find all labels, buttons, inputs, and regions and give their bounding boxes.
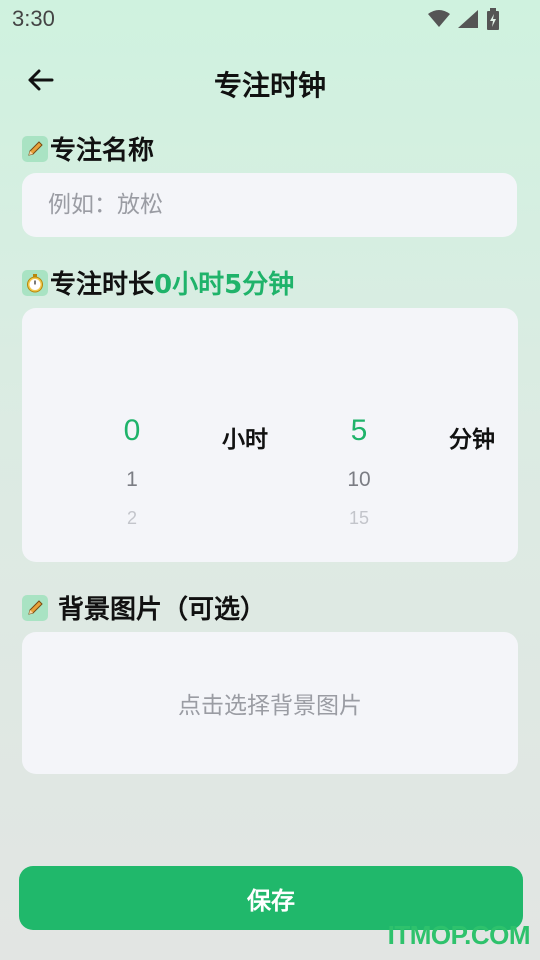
focus-name-input[interactable] <box>22 173 517 237</box>
focus-name-label: 专注名称 <box>50 136 155 166</box>
background-hint: 点击选择背景图片 <box>178 693 362 719</box>
status-bar: 3:30 <box>0 0 540 40</box>
focus-name-label-row: 专注名称 <box>22 130 154 167</box>
background-label: 背景图片（可选） <box>58 595 267 625</box>
hours-selected[interactable]: 0 <box>92 414 172 448</box>
watermark: ITMOP.COM <box>387 920 531 950</box>
duration-value: 0小时5分钟 <box>154 270 295 300</box>
status-time: 3:30 <box>12 6 55 31</box>
hours-option[interactable]: 1 <box>92 468 172 492</box>
wifi-icon <box>428 10 450 27</box>
hours-unit: 小时 <box>222 427 268 453</box>
minutes-selected[interactable]: 5 <box>319 414 399 448</box>
minutes-unit: 分钟 <box>449 427 495 453</box>
status-icons <box>428 8 500 30</box>
signal-icon <box>458 10 478 28</box>
pencil-icon <box>22 594 48 621</box>
app-bar: 专注时钟 <box>0 52 540 108</box>
minutes-option[interactable]: 10 <box>319 468 399 492</box>
minutes-option[interactable]: 15 <box>319 508 399 529</box>
background-label-row: 背景图片（可选） <box>22 589 266 626</box>
duration-label-row: 专注时长 0小时5分钟 <box>22 264 294 301</box>
page-title: 专注时钟 <box>213 69 326 102</box>
pencil-icon <box>22 135 48 162</box>
battery-icon <box>487 8 499 30</box>
duration-label: 专注时长 <box>50 270 155 300</box>
background-picker[interactable]: 点击选择背景图片 <box>22 632 518 774</box>
stopwatch-icon <box>22 269 48 296</box>
duration-picker: 0 1 2 小时 5 10 15 分钟 <box>22 308 518 562</box>
hours-option[interactable]: 2 <box>92 508 172 529</box>
